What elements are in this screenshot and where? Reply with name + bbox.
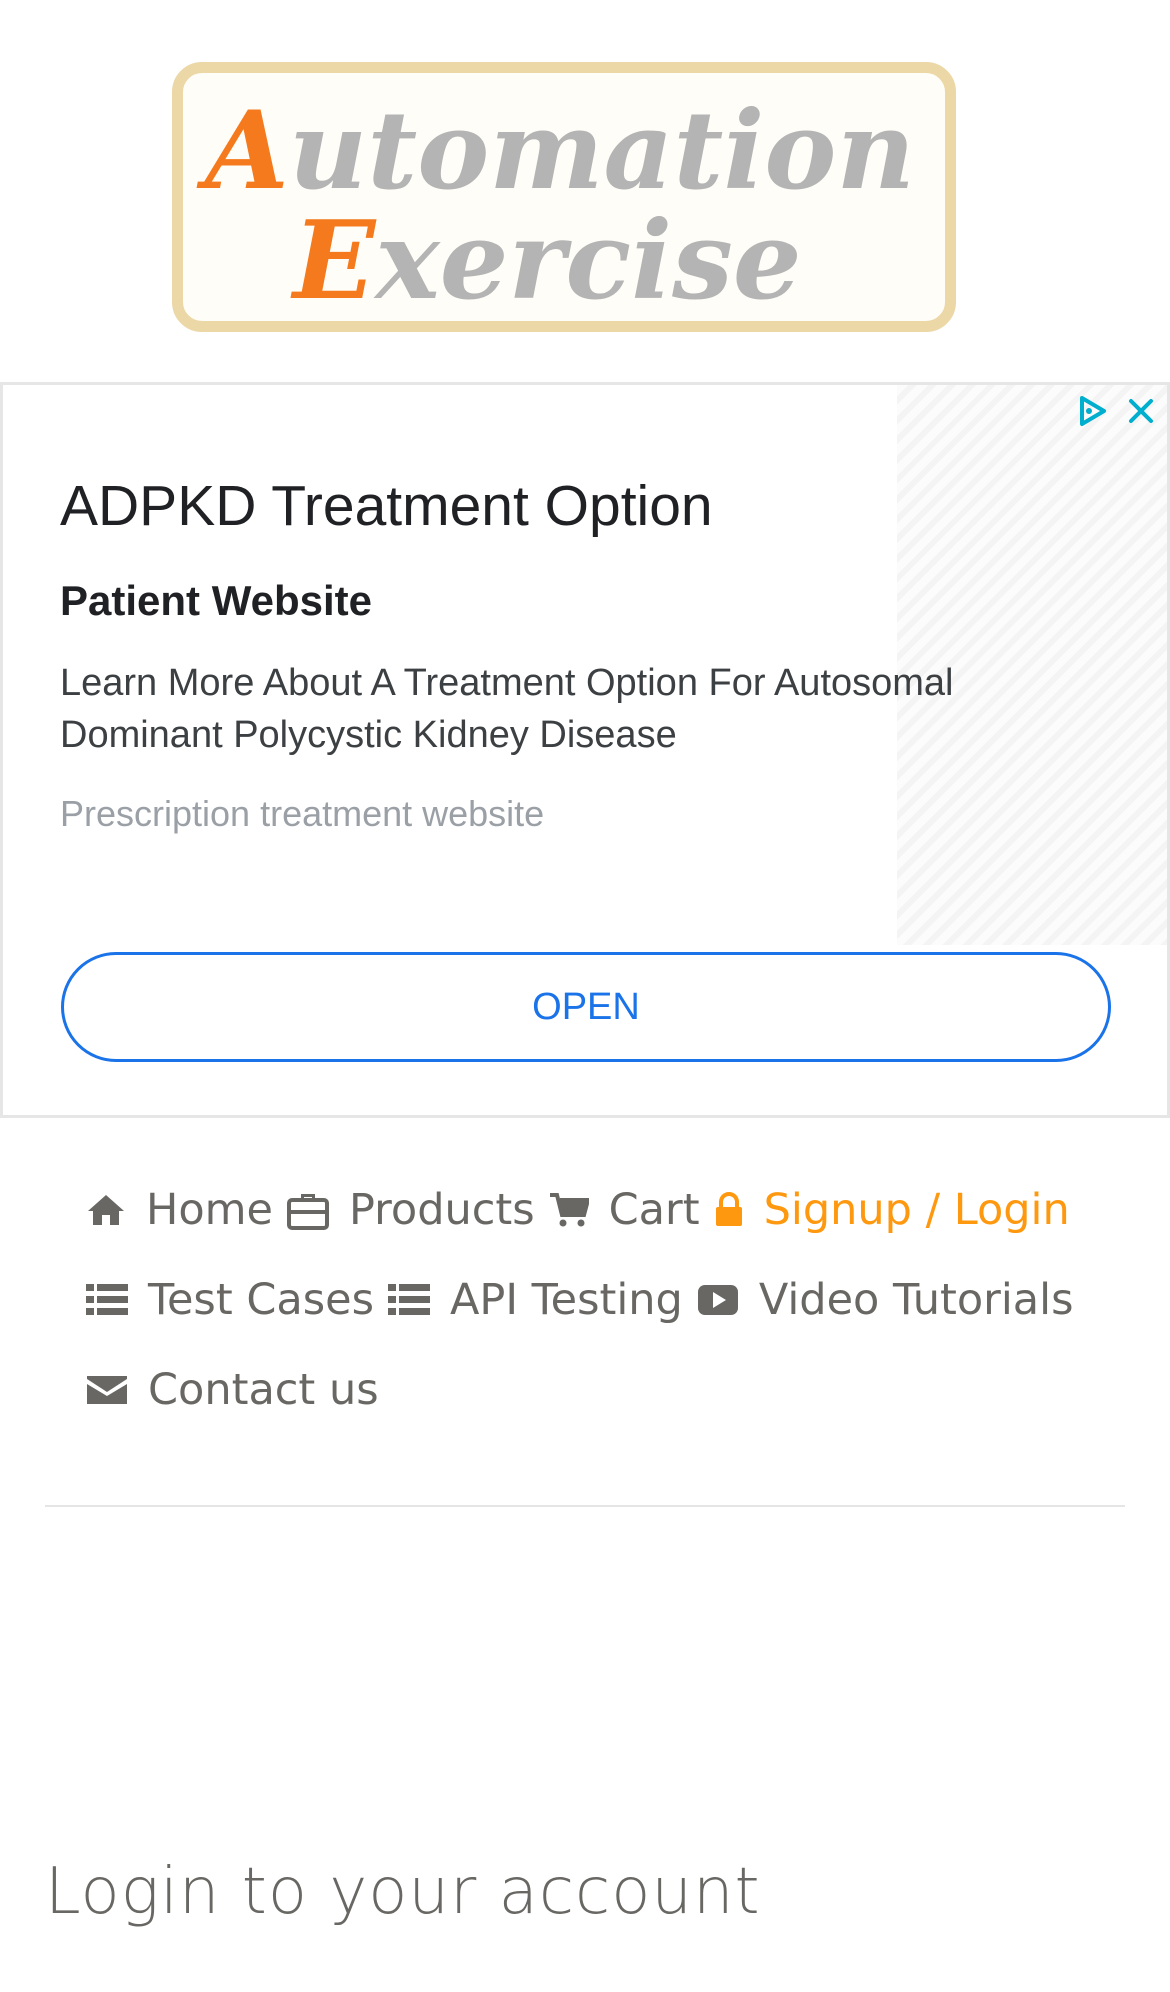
logo-line-2: Exercise (293, 198, 802, 324)
ad-close-icon[interactable] (1121, 391, 1161, 431)
nav-item-label: Signup / Login (763, 1185, 1070, 1235)
nav-item-signup-login[interactable]: Signup / Login (714, 1185, 1070, 1235)
home-icon (86, 1193, 126, 1227)
advertisement[interactable]: ADPKD Treatment Option Patient Website L… (0, 382, 1170, 1118)
nav-item-label: Video Tutorials (758, 1275, 1074, 1325)
ad-choices-icon[interactable] (1073, 391, 1113, 431)
ad-subheadline: Patient Website (60, 577, 372, 624)
nav-row: Test Cases API Testing Video Tutorials (86, 1260, 1088, 1340)
nav-item-label: Home (146, 1185, 273, 1235)
briefcase-icon (286, 1190, 329, 1230)
list-icon (387, 1283, 430, 1317)
nav-item-video-tutorials[interactable]: Video Tutorials (697, 1275, 1074, 1325)
nav-item-test-cases[interactable]: Test Cases (86, 1275, 374, 1325)
youtube-play-icon (697, 1283, 739, 1317)
nav-item-label: Products (348, 1185, 535, 1235)
ad-open-button[interactable]: OPEN (61, 952, 1111, 1062)
nav-item-label: Test Cases (148, 1275, 374, 1325)
ad-controls (1073, 391, 1161, 431)
logo-line-1: Automation (205, 88, 915, 214)
page: Automation Exercise ADPKD Treatment Opti… (0, 0, 1170, 1992)
nav-item-home[interactable]: Home (86, 1185, 273, 1235)
nav-row: Contact us (86, 1350, 393, 1430)
nav-item-cart[interactable]: Cart (549, 1185, 700, 1235)
ad-source: Prescription treatment website (60, 793, 545, 834)
header-divider (45, 1505, 1125, 1507)
login-form-title: Login to your account (45, 1855, 761, 1929)
lock-icon (714, 1192, 744, 1228)
cart-icon (549, 1192, 589, 1228)
nav-item-label: Cart (608, 1185, 700, 1235)
ad-headline[interactable]: ADPKD Treatment Option (60, 473, 713, 539)
nav-item-label: Contact us (148, 1365, 379, 1415)
nav-row: Home Products Cart Signup / Login (86, 1170, 1084, 1250)
site-logo[interactable]: Automation Exercise (172, 62, 956, 332)
nav-item-label: API Testing (449, 1275, 683, 1325)
nav-item-contact-us[interactable]: Contact us (86, 1365, 379, 1415)
ad-description: Learn More About A Treatment Option For … (60, 662, 954, 756)
nav-item-api-testing[interactable]: API Testing (387, 1275, 683, 1325)
list-icon (86, 1283, 128, 1317)
envelope-icon (86, 1373, 128, 1407)
nav-item-products[interactable]: Products (286, 1185, 535, 1235)
